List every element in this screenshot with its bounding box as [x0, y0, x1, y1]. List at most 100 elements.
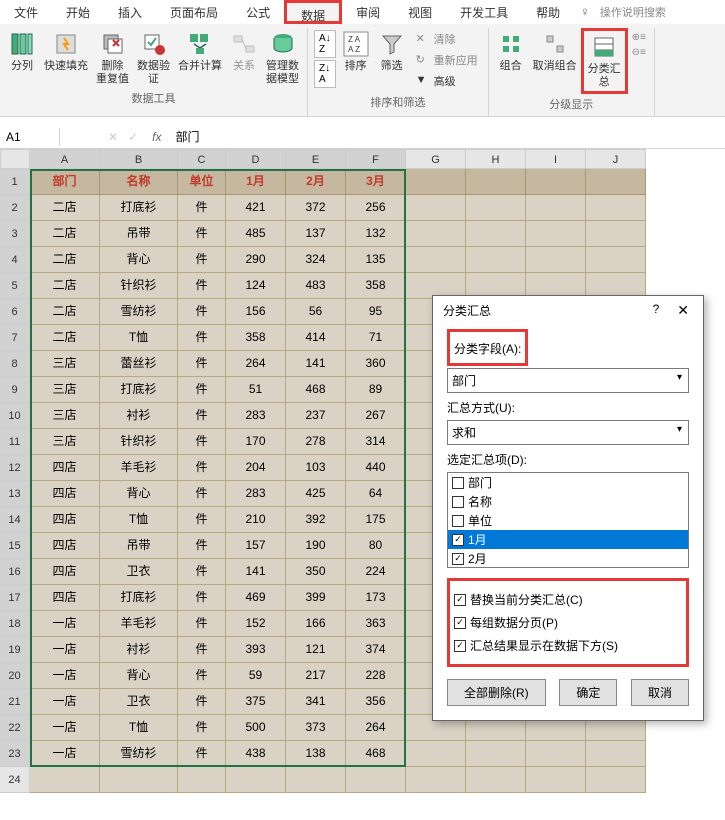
- cell[interactable]: 雪纺衫: [100, 741, 178, 767]
- cell[interactable]: 341: [286, 689, 346, 715]
- cell[interactable]: 204: [226, 455, 286, 481]
- cell[interactable]: 背心: [100, 481, 178, 507]
- cell[interactable]: 228: [346, 663, 406, 689]
- cell[interactable]: 283: [226, 481, 286, 507]
- cell[interactable]: 四店: [30, 585, 100, 611]
- cell[interactable]: 157: [226, 533, 286, 559]
- relationships-button[interactable]: 关系: [226, 28, 262, 75]
- filter-button[interactable]: 筛选: [374, 28, 410, 75]
- cell[interactable]: 103: [286, 455, 346, 481]
- cell[interactable]: 290: [226, 247, 286, 273]
- cell[interactable]: [406, 169, 466, 195]
- cell[interactable]: 三店: [30, 403, 100, 429]
- cell[interactable]: T恤: [100, 507, 178, 533]
- cell[interactable]: T恤: [100, 715, 178, 741]
- cell[interactable]: 二店: [30, 325, 100, 351]
- row-header[interactable]: 9: [0, 377, 30, 403]
- row-header[interactable]: 12: [0, 455, 30, 481]
- cell[interactable]: 3月: [346, 169, 406, 195]
- column-header[interactable]: C: [178, 149, 226, 169]
- cell[interactable]: 363: [346, 611, 406, 637]
- row-header[interactable]: 20: [0, 663, 30, 689]
- cell[interactable]: 二店: [30, 299, 100, 325]
- ribbon-tab-审阅[interactable]: 审阅: [342, 0, 394, 24]
- cell[interactable]: [178, 767, 226, 793]
- cell[interactable]: 166: [286, 611, 346, 637]
- cell[interactable]: 名称: [100, 169, 178, 195]
- cell[interactable]: [466, 247, 526, 273]
- cell[interactable]: 件: [178, 507, 226, 533]
- cell[interactable]: 64: [346, 481, 406, 507]
- list-item[interactable]: ✓1月: [448, 530, 688, 549]
- cell[interactable]: 358: [346, 273, 406, 299]
- row-header[interactable]: 16: [0, 559, 30, 585]
- data-validation-button[interactable]: 数据验 证: [133, 28, 174, 88]
- cell[interactable]: 吊带: [100, 533, 178, 559]
- row-header[interactable]: 3: [0, 221, 30, 247]
- column-header[interactable]: A: [30, 149, 100, 169]
- cell[interactable]: 468: [286, 377, 346, 403]
- accept-formula-icon[interactable]: ✓: [128, 130, 138, 144]
- cell[interactable]: 356: [346, 689, 406, 715]
- cell[interactable]: 485: [226, 221, 286, 247]
- row-header[interactable]: 4: [0, 247, 30, 273]
- clear-filter-button[interactable]: ✕清除: [412, 30, 482, 48]
- cell[interactable]: 80: [346, 533, 406, 559]
- cell[interactable]: 267: [346, 403, 406, 429]
- cell[interactable]: 217: [286, 663, 346, 689]
- advanced-button[interactable]: ▼高级: [412, 72, 482, 90]
- cell[interactable]: [526, 741, 586, 767]
- ribbon-tab-文件[interactable]: 文件: [0, 0, 52, 24]
- cell[interactable]: 224: [346, 559, 406, 585]
- cell[interactable]: 324: [286, 247, 346, 273]
- cell[interactable]: [466, 195, 526, 221]
- cell[interactable]: 一店: [30, 637, 100, 663]
- cell[interactable]: 件: [178, 741, 226, 767]
- cell[interactable]: [100, 767, 178, 793]
- option-checkbox[interactable]: ✓替换当前分类汇总(C): [454, 591, 682, 608]
- cell[interactable]: [526, 767, 586, 793]
- cell[interactable]: [586, 221, 646, 247]
- cell[interactable]: 件: [178, 351, 226, 377]
- column-header[interactable]: B: [100, 149, 178, 169]
- cell[interactable]: 一店: [30, 611, 100, 637]
- ribbon-tab-插入[interactable]: 插入: [104, 0, 156, 24]
- row-header[interactable]: 18: [0, 611, 30, 637]
- sort-desc-button[interactable]: Z↓A: [314, 60, 336, 88]
- cell[interactable]: 500: [226, 715, 286, 741]
- row-header[interactable]: 8: [0, 351, 30, 377]
- column-header[interactable]: E: [286, 149, 346, 169]
- cell[interactable]: 237: [286, 403, 346, 429]
- cell[interactable]: 264: [226, 351, 286, 377]
- cell[interactable]: 283: [226, 403, 286, 429]
- cell[interactable]: 件: [178, 715, 226, 741]
- cell[interactable]: 件: [178, 325, 226, 351]
- cell[interactable]: 170: [226, 429, 286, 455]
- cell[interactable]: 132: [346, 221, 406, 247]
- cell[interactable]: 175: [346, 507, 406, 533]
- cell[interactable]: 468: [346, 741, 406, 767]
- cell[interactable]: [586, 169, 646, 195]
- cell[interactable]: 件: [178, 195, 226, 221]
- row-header[interactable]: 22: [0, 715, 30, 741]
- cell[interactable]: 蕾丝衫: [100, 351, 178, 377]
- cell[interactable]: 单位: [178, 169, 226, 195]
- cell[interactable]: 373: [286, 715, 346, 741]
- cell[interactable]: [526, 169, 586, 195]
- column-header[interactable]: F: [346, 149, 406, 169]
- cell[interactable]: [406, 767, 466, 793]
- formula-value[interactable]: 部门: [167, 128, 207, 145]
- row-header[interactable]: 10: [0, 403, 30, 429]
- cell[interactable]: 针织衫: [100, 429, 178, 455]
- cell[interactable]: 314: [346, 429, 406, 455]
- cell[interactable]: 件: [178, 481, 226, 507]
- column-header[interactable]: G: [406, 149, 466, 169]
- cell[interactable]: 121: [286, 637, 346, 663]
- text-to-columns-button[interactable]: 分列: [4, 28, 40, 75]
- cell[interactable]: 358: [226, 325, 286, 351]
- tell-me-input[interactable]: 操作说明搜索: [596, 0, 670, 24]
- row-header[interactable]: 14: [0, 507, 30, 533]
- row-header[interactable]: 5: [0, 273, 30, 299]
- row-header[interactable]: 13: [0, 481, 30, 507]
- cell[interactable]: 吊带: [100, 221, 178, 247]
